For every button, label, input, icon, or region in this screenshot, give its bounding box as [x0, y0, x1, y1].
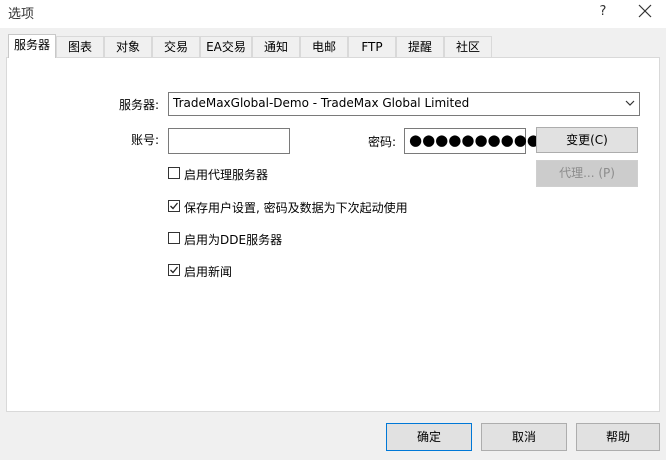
checkbox-box	[168, 167, 180, 179]
checkbox-box	[168, 232, 180, 244]
checkmark-icon	[170, 202, 179, 210]
tab-ftp[interactable]: FTP	[348, 36, 396, 57]
tab-label: 对象	[115, 40, 140, 54]
help-button[interactable]: 帮助	[576, 423, 660, 451]
tab-email[interactable]: 电邮	[300, 36, 348, 57]
tab-charts[interactable]: 图表	[56, 36, 104, 57]
tab-objects[interactable]: 对象	[104, 36, 152, 57]
account-label: 账号:	[131, 133, 160, 147]
tab-community[interactable]: 社区	[444, 36, 492, 57]
window-title: 选项	[8, 7, 35, 22]
password-label: 密码:	[368, 135, 397, 149]
chevron-down-icon	[625, 100, 635, 106]
tab-label: 服务器	[13, 38, 50, 52]
tab-alerts[interactable]: 提醒	[396, 36, 444, 57]
tab-label: 社区	[455, 40, 480, 54]
password-mask: ●●●●●●●●●●●	[409, 131, 553, 149]
server-label: 服务器:	[119, 98, 160, 112]
tab-trade[interactable]: 交易	[152, 36, 200, 57]
checkbox-label: 启用新闻	[184, 265, 233, 279]
checkbox-label: 启用为DDE服务器	[184, 233, 283, 247]
account-input[interactable]	[168, 128, 290, 154]
cancel-button-label: 取消	[511, 430, 536, 444]
checkbox-box	[168, 264, 180, 276]
checkbox-box	[168, 200, 180, 212]
tab-server[interactable]: 服务器	[8, 34, 56, 58]
tab-label: 通知	[263, 40, 288, 54]
tab-label: 提醒	[407, 40, 432, 54]
server-select-value: TradeMaxGlobal-Demo - TradeMax Global Li…	[173, 96, 470, 110]
ok-button-label: 确定	[416, 430, 441, 444]
close-button[interactable]	[632, 0, 660, 24]
tab-label: 交易	[163, 40, 188, 54]
title-bar: 选项 ?	[0, 0, 666, 28]
change-button-label: 变更(C)	[566, 133, 608, 147]
close-icon	[638, 4, 652, 18]
cancel-button[interactable]: 取消	[481, 423, 567, 451]
proxy-button[interactable]: 代理... (P)	[536, 160, 638, 187]
server-select[interactable]: TradeMaxGlobal-Demo - TradeMax Global Li…	[168, 92, 640, 116]
tab-expert-advisors[interactable]: EA交易	[200, 36, 252, 57]
checkbox-label: 保存用户设置, 密码及数据为下次起动使用	[184, 201, 408, 215]
tab-label: FTP	[361, 40, 383, 54]
change-button[interactable]: 变更(C)	[536, 127, 638, 153]
tab-label: 电邮	[311, 40, 336, 54]
tab-label: 图表	[67, 40, 92, 54]
checkbox-label: 启用代理服务器	[184, 168, 269, 182]
tab-notifications[interactable]: 通知	[252, 36, 300, 57]
help-button-label: 帮助	[605, 430, 630, 444]
help-title-button[interactable]: ?	[592, 2, 614, 24]
tab-label: EA交易	[206, 40, 246, 54]
password-input[interactable]: ●●●●●●●●●●●	[404, 128, 553, 154]
ok-button[interactable]: 确定	[386, 423, 472, 451]
proxy-button-label: 代理... (P)	[559, 166, 615, 180]
checkmark-icon	[170, 266, 179, 274]
